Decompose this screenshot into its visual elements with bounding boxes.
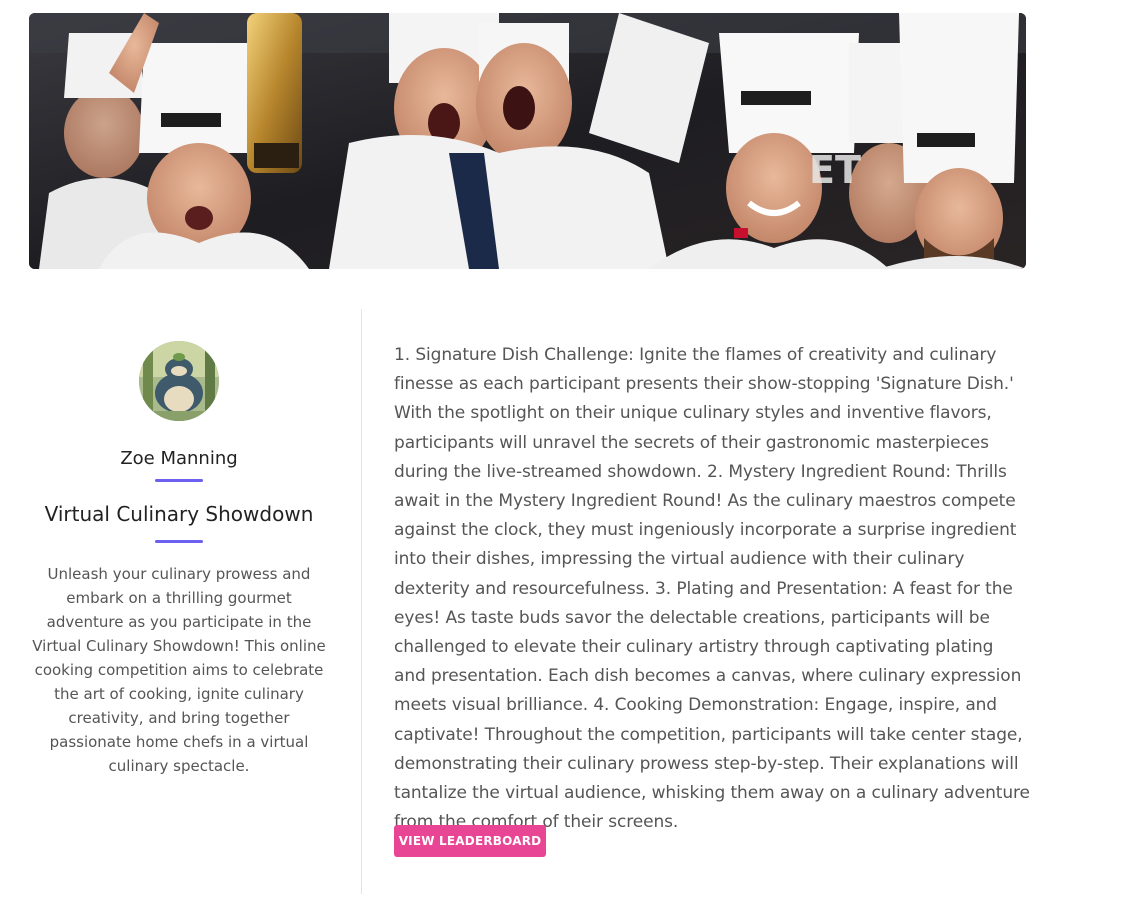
author-avatar[interactable] [139,341,219,421]
author-name: Zoe Manning [120,448,238,469]
view-leaderboard-button[interactable]: VIEW LEADERBOARD [394,825,546,857]
author-name-underline [155,479,203,482]
celebrating-chefs-photo: ET [29,13,1026,269]
event-title-underline [155,540,203,543]
avatar-creature-icon [139,341,219,421]
event-description: Unleash your culinary prowess and embark… [32,565,326,775]
svg-text:ET: ET [809,148,861,192]
column-divider [361,309,362,894]
hero-banner-image: ET [29,13,1026,269]
event-details-text: 1. Signature Dish Challenge: Ignite the … [394,345,1030,833]
event-title: Virtual Culinary Showdown [44,502,314,526]
